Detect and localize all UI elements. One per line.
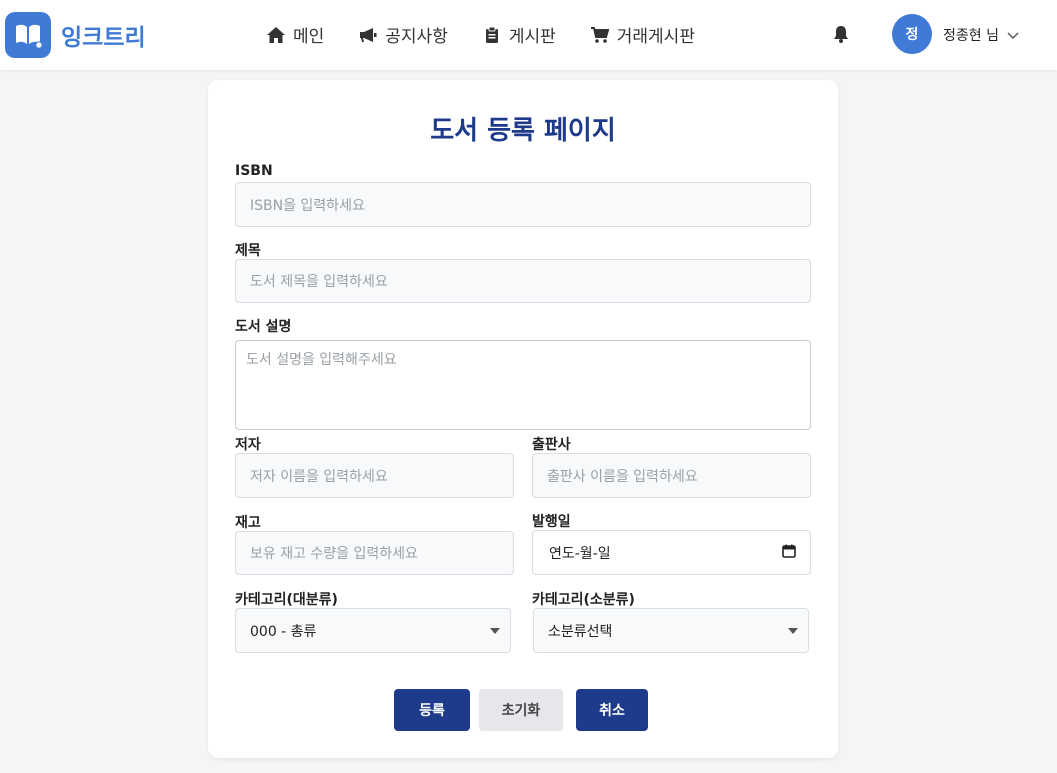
isbn-input[interactable]: ISBN을 입력하세요 bbox=[235, 182, 811, 227]
description-label: 도서 설명 bbox=[235, 319, 292, 335]
title-input[interactable]: 도서 제목을 입력하세요 bbox=[235, 259, 811, 303]
category-main-select[interactable]: 000 - 총류 bbox=[235, 608, 511, 653]
category-sub-select[interactable]: 소분류선택 bbox=[533, 608, 809, 653]
stock-input[interactable]: 보유 재고 수량을 입력하세요 bbox=[235, 531, 514, 575]
caret-down-icon bbox=[788, 628, 798, 634]
avatar[interactable]: 정 bbox=[892, 14, 932, 54]
stock-placeholder: 보유 재고 수량을 입력하세요 bbox=[250, 546, 418, 562]
stock-label: 재고 bbox=[235, 515, 261, 531]
cancel-button[interactable]: 취소 bbox=[576, 689, 648, 731]
author-input[interactable]: 저자 이름을 입력하세요 bbox=[235, 453, 514, 498]
category-main-selected: 000 - 총류 bbox=[250, 623, 317, 640]
chevron-down-icon[interactable] bbox=[1006, 28, 1020, 42]
publish-date-input[interactable]: 연도-월-일 bbox=[532, 530, 811, 575]
nav-item-main[interactable]: 메인 bbox=[266, 22, 324, 47]
publisher-input[interactable]: 출판사 이름을 입력하세요 bbox=[532, 453, 811, 498]
main-nav: 메인 공지사항 게시판 거래게시판 bbox=[266, 22, 729, 47]
nav-label: 게시판 bbox=[508, 27, 556, 47]
publish-date-value: 연도-월-일 bbox=[549, 545, 611, 562]
calendar-icon[interactable] bbox=[782, 544, 796, 562]
title-label: 제목 bbox=[235, 243, 261, 259]
nav-label: 메인 bbox=[293, 27, 325, 47]
book-registration-card: 도서 등록 페이지 ISBN ISBN을 입력하세요 제목 도서 제목을 입력하… bbox=[208, 80, 838, 758]
description-textarea[interactable]: 도서 설명을 입력해주세요 bbox=[235, 340, 811, 430]
nav-label: 공지사항 bbox=[385, 27, 448, 47]
submit-button[interactable]: 등록 bbox=[394, 689, 470, 731]
publisher-label: 출판사 bbox=[532, 437, 571, 453]
author-placeholder: 저자 이름을 입력하세요 bbox=[250, 468, 388, 485]
caret-down-icon bbox=[490, 628, 500, 634]
description-placeholder: 도서 설명을 입력해주세요 bbox=[246, 352, 397, 368]
category-main-label: 카테고리(대분류) bbox=[235, 592, 338, 608]
page-title: 도서 등록 페이지 bbox=[430, 116, 616, 146]
top-navbar: 잉크트리 메인 공지사항 게시판 거래게시판 정 정종현 님 bbox=[0, 0, 1057, 70]
author-label: 저자 bbox=[235, 437, 261, 453]
nav-item-notice[interactable]: 공지사항 bbox=[358, 22, 448, 47]
home-icon bbox=[266, 25, 286, 45]
user-name[interactable]: 정종현 님 bbox=[943, 25, 999, 45]
clipboard-icon bbox=[482, 25, 502, 45]
nav-item-board[interactable]: 게시판 bbox=[482, 22, 556, 47]
nav-label: 거래게시판 bbox=[616, 27, 695, 47]
category-sub-label: 카테고리(소분류) bbox=[532, 592, 635, 608]
isbn-placeholder: ISBN을 입력하세요 bbox=[250, 197, 365, 214]
isbn-label: ISBN bbox=[235, 163, 273, 179]
megaphone-icon bbox=[358, 25, 378, 45]
publisher-placeholder: 출판사 이름을 입력하세요 bbox=[547, 468, 698, 485]
brand-logo[interactable]: 잉크트리 bbox=[5, 12, 146, 58]
publish-date-label: 발행일 bbox=[532, 514, 571, 530]
brand-name: 잉크트리 bbox=[61, 25, 146, 51]
reset-button[interactable]: 초기화 bbox=[479, 689, 563, 731]
book-logo-icon bbox=[5, 12, 51, 58]
category-sub-selected: 소분류선택 bbox=[548, 623, 613, 640]
nav-item-trade-board[interactable]: 거래게시판 bbox=[590, 22, 695, 47]
title-placeholder: 도서 제목을 입력하세요 bbox=[250, 274, 388, 290]
cart-icon bbox=[590, 25, 610, 45]
bell-icon[interactable] bbox=[832, 24, 850, 44]
